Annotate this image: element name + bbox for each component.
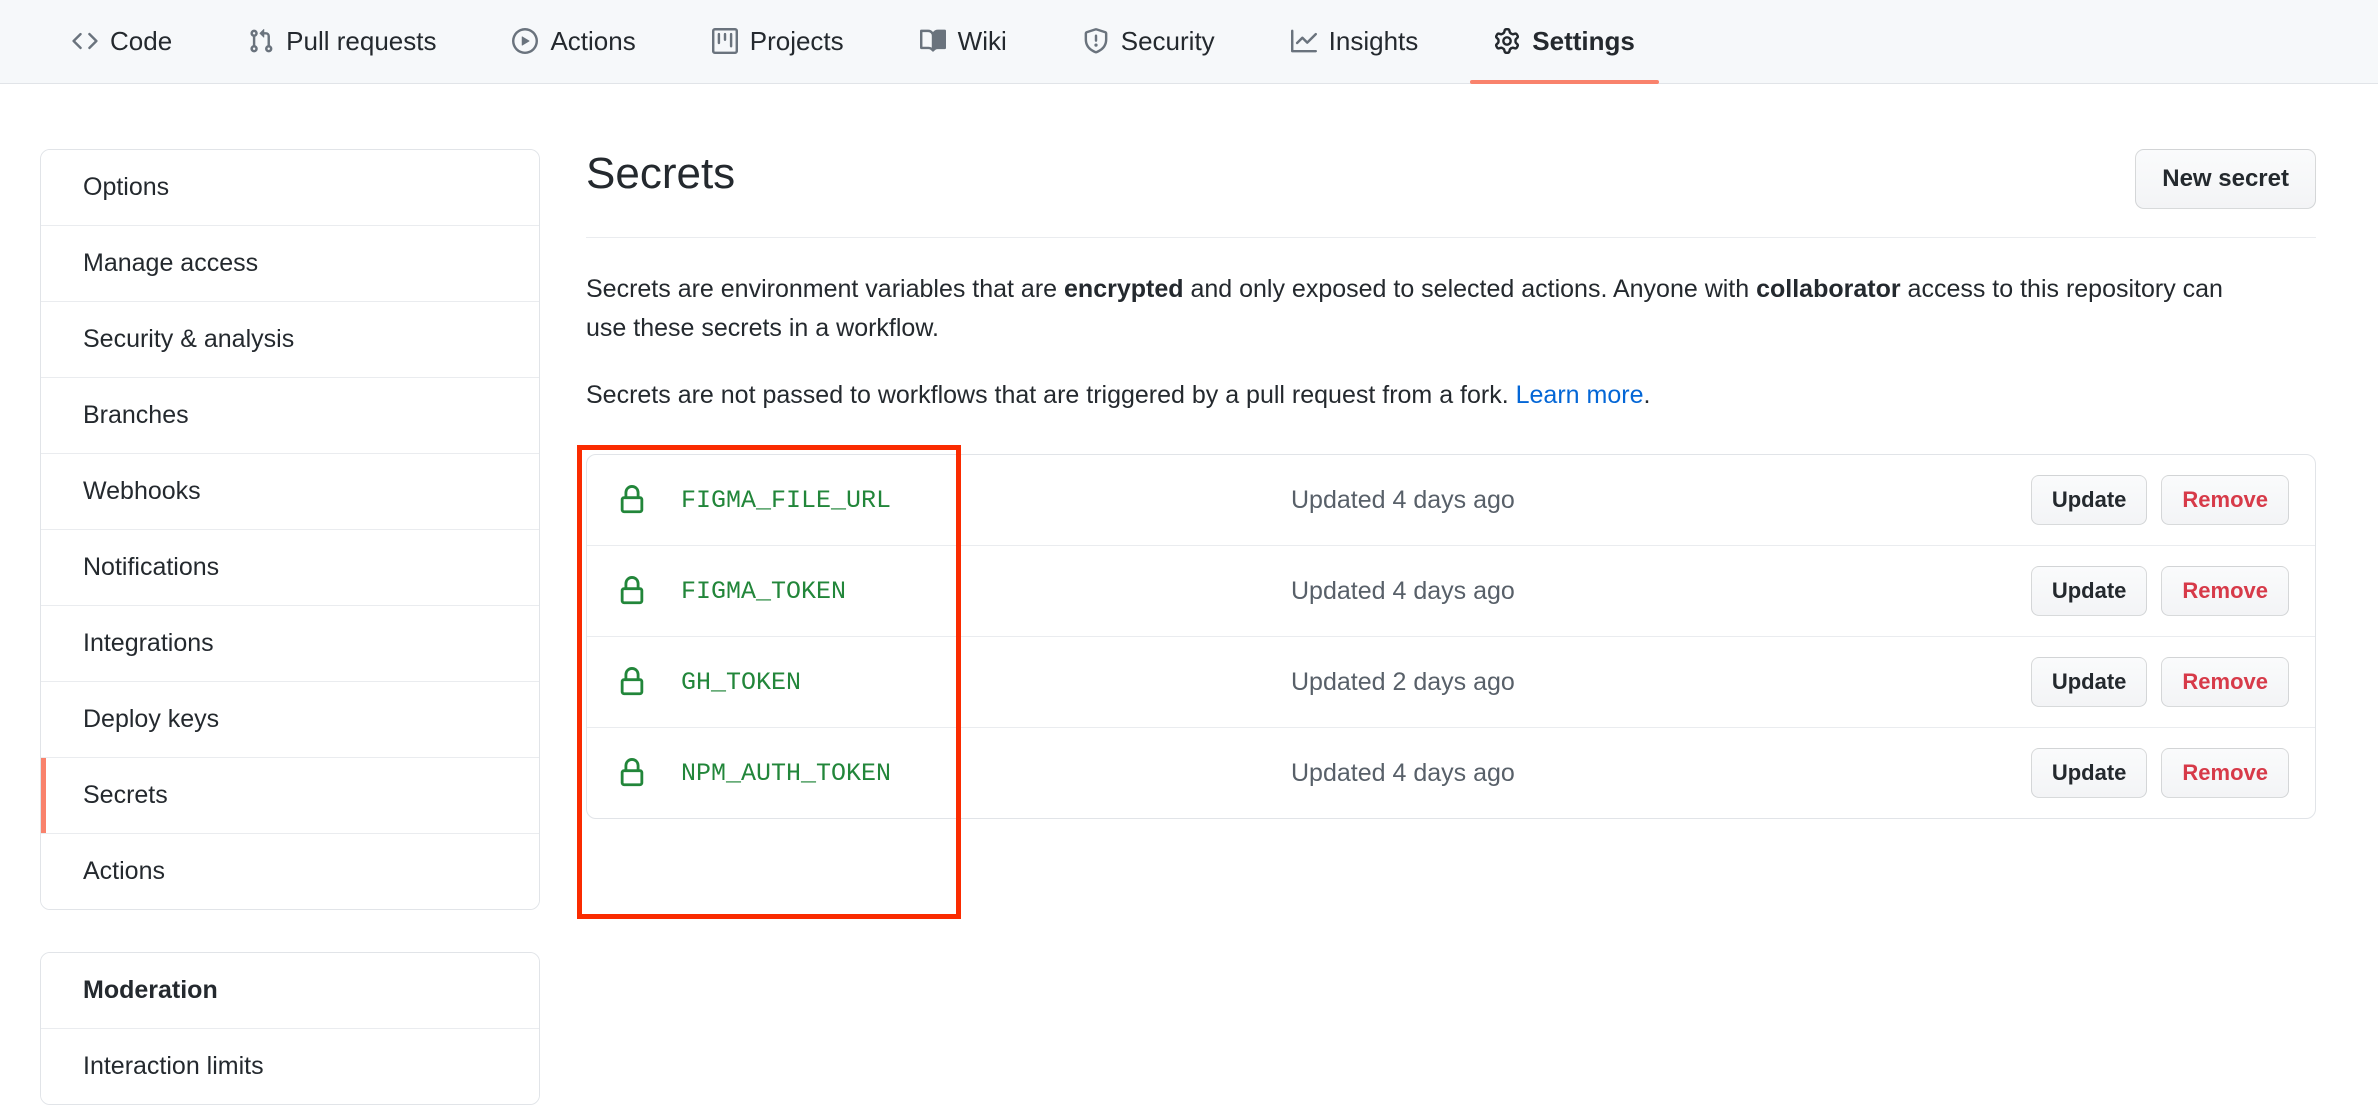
code-icon xyxy=(72,28,98,54)
remove-button[interactable]: Remove xyxy=(2161,475,2289,526)
gear-icon xyxy=(1494,28,1520,54)
sidebar-item-secrets[interactable]: Secrets xyxy=(41,758,539,834)
secret-name: FIGMA_FILE_URL xyxy=(681,485,892,515)
desc1-part1: Secrets are environment variables that a… xyxy=(586,275,1065,303)
sidebar-item-label: Security & analysis xyxy=(83,325,295,353)
learn-more-link[interactable]: Learn more xyxy=(1516,381,1644,409)
page-header: Secrets New secret xyxy=(586,149,2316,238)
main-content: Secrets New secret Secrets are environme… xyxy=(577,149,2338,1105)
nav-tab-settings[interactable]: Settings xyxy=(1470,0,1659,84)
sidebar-item-options[interactable]: Options xyxy=(41,150,539,226)
project-board-icon xyxy=(711,28,738,54)
sidebar-item-label: Manage access xyxy=(83,249,259,277)
lock-icon xyxy=(617,667,651,697)
row-actions: Update Remove xyxy=(2030,748,2289,799)
sidebar-item-label: Actions xyxy=(83,857,165,885)
lock-icon xyxy=(617,758,651,788)
desc1-bold-encrypted: encrypted xyxy=(1064,275,1184,303)
nav-tab-security[interactable]: Security xyxy=(1059,0,1239,83)
nav-tab-label: Actions xyxy=(550,25,636,56)
nav-tab-label: Security xyxy=(1120,25,1215,56)
sidebar-item-security-analysis[interactable]: Security & analysis xyxy=(41,302,539,378)
desc2-part1: Secrets are not passed to workflows that… xyxy=(586,380,1516,409)
table-row: FIGMA_TOKEN Updated 4 days ago Update Re… xyxy=(587,546,2315,638)
nav-tab-label: Wiki xyxy=(957,25,1007,56)
table-row: FIGMA_FILE_URL Updated 4 days ago Update… xyxy=(587,455,2315,547)
row-actions: Update Remove xyxy=(2030,657,2289,708)
secrets-list-wrapper: FIGMA_FILE_URL Updated 4 days ago Update… xyxy=(577,445,2316,920)
new-secret-button[interactable]: New secret xyxy=(2135,149,2316,209)
remove-button[interactable]: Remove xyxy=(2161,566,2289,617)
sidebar-item-actions[interactable]: Actions xyxy=(41,834,539,909)
desc1-bold-collaborator: collaborator xyxy=(1756,275,1901,303)
secret-updated: Updated 2 days ago xyxy=(1291,667,1515,696)
graph-line-icon xyxy=(1290,28,1317,54)
sidebar-item-label: Secrets xyxy=(83,781,168,809)
nav-tab-actions[interactable]: Actions xyxy=(488,0,659,83)
sidebar-item-interaction-limits[interactable]: Interaction limits xyxy=(41,1029,539,1104)
secret-name: GH_TOKEN xyxy=(681,667,802,697)
page-body: Options Manage access Security & analysi… xyxy=(0,84,2378,1105)
repository-nav: Code Pull requests Actions Projects Wiki… xyxy=(0,0,2378,84)
update-button[interactable]: Update xyxy=(2030,475,2148,526)
nav-tab-wiki[interactable]: Wiki xyxy=(896,0,1031,83)
sidebar-item-label: Notifications xyxy=(83,553,220,581)
nav-tab-pull-requests[interactable]: Pull requests xyxy=(224,0,460,83)
secrets-description-1: Secrets are environment variables that a… xyxy=(586,270,2226,348)
sidebar-heading-moderation: Moderation xyxy=(41,953,539,1029)
update-button[interactable]: Update xyxy=(2030,566,2148,617)
settings-sidebar: Options Manage access Security & analysi… xyxy=(40,149,540,1105)
sidebar-item-notifications[interactable]: Notifications xyxy=(41,530,539,606)
sidebar-item-manage-access[interactable]: Manage access xyxy=(41,226,539,302)
secrets-list: FIGMA_FILE_URL Updated 4 days ago Update… xyxy=(586,454,2316,820)
sidebar-item-webhooks[interactable]: Webhooks xyxy=(41,454,539,530)
sidebar-item-branches[interactable]: Branches xyxy=(41,378,539,454)
row-actions: Update Remove xyxy=(2030,475,2289,526)
table-row: NPM_AUTH_TOKEN Updated 4 days ago Update… xyxy=(587,728,2315,818)
sidebar-item-label: Branches xyxy=(83,401,189,429)
secret-updated: Updated 4 days ago xyxy=(1291,758,1515,787)
secret-name: FIGMA_TOKEN xyxy=(681,576,847,606)
sidebar-group-repository: Options Manage access Security & analysi… xyxy=(40,149,540,910)
desc1-part2: and only exposed to selected actions. An… xyxy=(1183,275,1757,303)
sidebar-item-label: Deploy keys xyxy=(83,705,220,733)
nav-tab-label: Code xyxy=(110,25,173,56)
lock-icon xyxy=(617,576,651,606)
lock-icon xyxy=(617,485,651,515)
sidebar-group-moderation: Moderation Interaction limits xyxy=(40,952,540,1105)
sidebar-item-label: Moderation xyxy=(83,976,218,1004)
desc2-part2: . xyxy=(1643,380,1651,409)
sidebar-item-label: Integrations xyxy=(83,629,214,657)
secret-updated: Updated 4 days ago xyxy=(1291,576,1515,605)
nav-tab-label: Settings xyxy=(1532,25,1635,56)
book-icon xyxy=(919,28,946,54)
secret-updated: Updated 4 days ago xyxy=(1291,485,1515,514)
sidebar-item-label: Webhooks xyxy=(83,477,201,505)
nav-tab-projects[interactable]: Projects xyxy=(688,0,868,83)
update-button[interactable]: Update xyxy=(2030,748,2148,799)
secrets-description-2: Secrets are not passed to workflows that… xyxy=(586,376,2226,415)
page-title: Secrets xyxy=(586,149,736,198)
update-button[interactable]: Update xyxy=(2030,657,2148,708)
nav-tab-label: Projects xyxy=(749,25,844,56)
secret-name: NPM_AUTH_TOKEN xyxy=(681,758,892,788)
table-row: GH_TOKEN Updated 2 days ago Update Remov… xyxy=(587,637,2315,729)
sidebar-item-label: Interaction limits xyxy=(83,1052,264,1080)
play-circle-icon xyxy=(512,28,539,54)
nav-tab-label: Insights xyxy=(1328,25,1419,56)
sidebar-item-deploy-keys[interactable]: Deploy keys xyxy=(41,682,539,758)
git-pull-request-icon xyxy=(248,28,274,54)
nav-tab-insights[interactable]: Insights xyxy=(1267,0,1443,83)
shield-alert-icon xyxy=(1083,28,1109,54)
remove-button[interactable]: Remove xyxy=(2161,748,2289,799)
nav-tab-label: Pull requests xyxy=(286,25,437,56)
sidebar-item-integrations[interactable]: Integrations xyxy=(41,606,539,682)
row-actions: Update Remove xyxy=(2030,566,2289,617)
nav-tab-code[interactable]: Code xyxy=(48,0,196,83)
remove-button[interactable]: Remove xyxy=(2161,657,2289,708)
sidebar-item-label: Options xyxy=(83,173,170,201)
